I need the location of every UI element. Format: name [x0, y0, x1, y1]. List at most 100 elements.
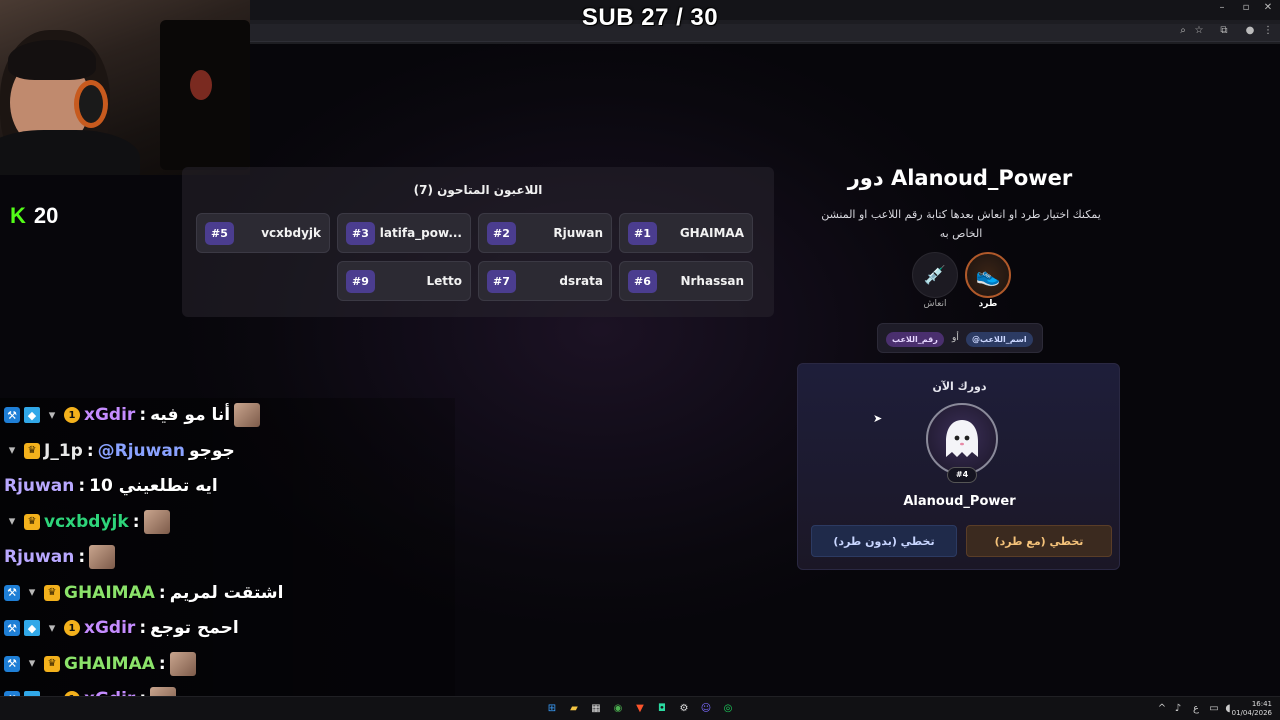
chat-text: جوجو	[188, 440, 235, 461]
clock-time: 16:41	[1251, 700, 1272, 708]
chat-separator: :	[78, 547, 86, 567]
bookmark-star-icon[interactable]: ☆	[1191, 25, 1207, 36]
close-icon[interactable]: ✕	[1258, 2, 1278, 13]
player-name: Letto	[426, 274, 462, 288]
turn-title: دور Alanoud_Power	[847, 166, 1073, 190]
cup-badge-icon: ▾	[48, 407, 56, 423]
windows-start-icon[interactable]: ⊞	[545, 701, 559, 715]
crown-badge-icon: ♛	[24, 513, 40, 530]
chat-username[interactable]: GHAIMAA	[64, 654, 155, 674]
player-card[interactable]: #2 Rjuwan	[478, 213, 612, 253]
chat-overlay: ⚒ ◆ ▾ 1 xGdir: أنا مو فيه ▾ ♛ J_1p: @Rjuwan جوجو Rj…	[0, 398, 455, 720]
chrome-icon[interactable]: ◉	[611, 701, 625, 715]
zoom-icon[interactable]: ⌕	[1175, 25, 1191, 36]
player-card[interactable]: #1 GHAIMAA	[619, 213, 753, 253]
menu-kebab-icon[interactable]: ⋮	[1260, 25, 1276, 36]
profile-icon[interactable]: ●	[1242, 25, 1258, 36]
system-clock[interactable]: 16:41 01/04/2026	[1232, 700, 1272, 718]
network-icon[interactable]: ▭	[1207, 701, 1221, 715]
chat-username[interactable]: Rjuwan	[4, 476, 74, 496]
or-text: أو	[952, 333, 959, 343]
brave-icon[interactable]: ▼	[633, 701, 647, 715]
player-card[interactable]: #9 Letto	[337, 261, 471, 301]
current-player-name: Alanoud_Power	[903, 494, 1016, 509]
settings-icon[interactable]: ⚙	[677, 701, 691, 715]
app-icon[interactable]: ◘	[655, 701, 669, 715]
minimize-icon[interactable]: –	[1212, 2, 1232, 13]
coin-badge-icon: 1	[64, 407, 80, 423]
file-explorer-icon[interactable]: ▰	[567, 701, 581, 715]
chat-message: Rjuwan:	[4, 542, 116, 572]
player-number: #3	[346, 221, 375, 245]
discord-icon[interactable]: ☺	[699, 701, 713, 715]
chat-username[interactable]: GHAIMAA	[64, 583, 155, 603]
chat-separator: :	[139, 405, 147, 425]
current-turn-label: دورك الآن	[932, 380, 987, 393]
player-number: #9	[346, 269, 375, 293]
player-card[interactable]: #6 Nrhassan	[619, 261, 753, 301]
cup-badge-icon: ▾	[28, 656, 36, 671]
chat-message: ⚒ ▾ ♛ GHAIMAA: اشتقت لمريم	[4, 578, 283, 608]
cup-badge-icon: ▾	[48, 620, 56, 636]
mode-kick-button[interactable]: 👟	[965, 252, 1011, 298]
player-name: Nrhassan	[680, 274, 744, 288]
chat-username[interactable]: J_1p	[44, 441, 83, 461]
player-name: Rjuwan	[553, 226, 603, 240]
player-name: GHAIMAA	[679, 226, 744, 240]
skip-without-kick-button[interactable]: تخطي (بدون طرد)	[811, 525, 957, 557]
crown-badge-icon: ♛	[24, 442, 40, 459]
chat-text: ايه تطلعيني 10	[89, 476, 218, 496]
chat-username[interactable]: xGdir	[84, 405, 135, 425]
chat-text: احمح توجع	[150, 618, 239, 638]
chat-message: ▾ ♛ J_1p: @Rjuwan جوجو	[4, 436, 235, 466]
spotify-icon[interactable]: ◎	[721, 701, 735, 715]
chat-emote	[234, 403, 261, 427]
sneaker-icon: 👟	[975, 263, 1001, 287]
player-card[interactable]: #3 latifa_pow...	[337, 213, 471, 253]
chat-emote	[143, 509, 170, 534]
chat-separator: :	[78, 476, 86, 496]
player-avatar	[926, 403, 998, 475]
cup-badge-icon: ▾	[28, 585, 36, 600]
player-number: #1	[628, 221, 657, 245]
cube-badge-icon: ◆	[24, 407, 40, 423]
hammer-badge-icon: ⚒	[4, 407, 20, 423]
player-card[interactable]: #5 vcxbdyjk	[196, 213, 330, 253]
chevron-up-icon[interactable]: ^	[1155, 701, 1169, 715]
mode-revive-button[interactable]: 💉	[912, 252, 958, 298]
language-indicator[interactable]: ع	[1189, 701, 1203, 715]
crown-badge-icon: ♛	[44, 584, 60, 601]
webcam-feed	[0, 0, 250, 175]
kick-viewer-count: K 20	[10, 203, 58, 229]
chat-mention[interactable]: @Rjuwan	[98, 441, 185, 461]
player-name: latifa_pow...	[379, 226, 462, 240]
cup-badge-icon: ▾	[8, 443, 16, 458]
player-number: #7	[487, 269, 516, 293]
restore-icon[interactable]: ▫	[1236, 2, 1256, 13]
number-pill: رقم_اللاعب	[886, 332, 944, 347]
chat-emote	[169, 651, 196, 676]
hammer-badge-icon: ⚒	[4, 655, 20, 672]
ghost-icon	[946, 420, 978, 457]
hammer-badge-icon: ⚒	[4, 584, 20, 601]
extensions-icon[interactable]: ⧉	[1216, 25, 1232, 36]
chat-text: اشتقت لمريم	[169, 582, 284, 603]
player-name: vcxbdyjk	[261, 226, 321, 240]
microphone-icon[interactable]: ♪	[1171, 701, 1185, 715]
chat-separator: :	[132, 511, 140, 532]
cup-badge-icon: ▾	[8, 514, 16, 529]
windows-taskbar: ⊞ ▰ ▦ ◉ ▼ ◘ ⚙ ☺ ◎ ^ ♪ ع ▭ ◖ 16:41 01/04/…	[0, 696, 1280, 720]
skip-with-kick-button[interactable]: تخطي (مع طرد)	[966, 525, 1112, 557]
players-panel-title: اللاعبون المتاحون (7)	[413, 183, 543, 197]
player-name: dsrata	[559, 274, 603, 288]
clock-date: 01/04/2026	[1231, 709, 1272, 717]
chat-username[interactable]: vcxbdyjk	[44, 512, 129, 532]
player-card[interactable]: #7 dsrata	[478, 261, 612, 301]
calendar-icon[interactable]: ▦	[589, 701, 603, 715]
chat-username[interactable]: Rjuwan	[4, 547, 74, 567]
player-number: #5	[205, 221, 234, 245]
cube-badge-icon: ◆	[24, 620, 40, 636]
chat-message: ⚒ ◆ ▾ 1 xGdir: احمح توجع	[4, 613, 239, 643]
chat-username[interactable]: xGdir	[84, 618, 135, 638]
player-number-badge: #4	[947, 467, 977, 483]
